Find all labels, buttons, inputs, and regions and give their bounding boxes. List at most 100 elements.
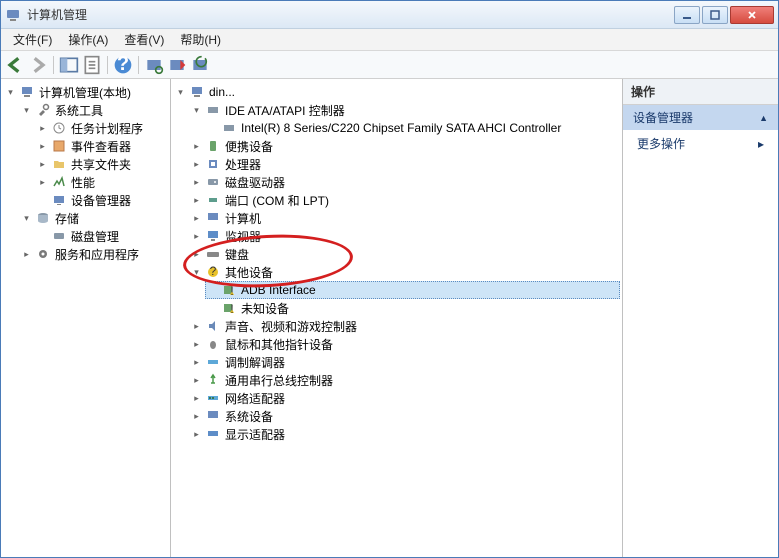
performance-icon (51, 174, 67, 190)
toolbar-separator (53, 56, 54, 74)
expand-icon[interactable]: ▸ (191, 195, 202, 206)
nav-task-scheduler[interactable]: ▸ 任务计划程序 (35, 119, 168, 137)
actions-header: 操作 (623, 79, 778, 105)
show-hide-tree-button[interactable] (59, 55, 79, 75)
monitor-icon (205, 228, 221, 244)
category-network[interactable]: ▸网络适配器 (189, 389, 620, 407)
category-processors[interactable]: ▸处理器 (189, 155, 620, 173)
collapse-icon[interactable]: ▾ (21, 105, 32, 116)
device-root[interactable]: ▾din... (173, 83, 620, 101)
device-label: 端口 (COM 和 LPT) (225, 192, 329, 209)
category-system-devices[interactable]: ▸系统设备 (189, 407, 620, 425)
category-ports[interactable]: ▸ 端口 (COM 和 LPT) (189, 191, 620, 209)
expand-icon[interactable]: ▸ (37, 123, 48, 134)
forward-button[interactable] (28, 55, 48, 75)
other-devices-icon: ? (205, 264, 221, 280)
category-disk-drives[interactable]: ▸磁盘驱动器 (189, 173, 620, 191)
submenu-arrow-icon: ▸ (758, 137, 764, 151)
device-label: IDE ATA/ATAPI 控制器 (225, 102, 345, 119)
action-more[interactable]: 更多操作 ▸ (623, 130, 778, 157)
nav-performance[interactable]: ▸性能 (35, 173, 168, 191)
keyboard-icon (205, 246, 221, 262)
category-modems[interactable]: ▸调制解调器 (189, 353, 620, 371)
computer-icon (189, 84, 205, 100)
expand-icon[interactable]: ▸ (191, 411, 202, 422)
menu-help[interactable]: 帮助(H) (172, 29, 229, 50)
computer-icon (19, 84, 35, 100)
display-adapter-icon (205, 426, 221, 442)
menu-file[interactable]: 文件(F) (5, 29, 60, 50)
nav-device-manager[interactable]: 设备管理器 (35, 191, 168, 209)
actions-section[interactable]: 设备管理器 ▲ (623, 105, 778, 130)
minimize-button[interactable] (674, 6, 700, 24)
window-title: 计算机管理 (27, 6, 674, 23)
device-label: 通用串行总线控制器 (225, 372, 333, 389)
app-icon (5, 7, 21, 23)
properties-button[interactable] (82, 55, 102, 75)
actions-panel: 操作 设备管理器 ▲ 更多操作 ▸ (623, 79, 778, 557)
expand-icon[interactable]: ▸ (191, 321, 202, 332)
expand-icon[interactable]: ▸ (191, 357, 202, 368)
menu-view[interactable]: 查看(V) (116, 29, 172, 50)
nav-shared-folders[interactable]: ▸共享文件夹 (35, 155, 168, 173)
device-label: 未知设备 (241, 300, 289, 317)
category-keyboards[interactable]: ▸键盘 (189, 245, 620, 263)
device-label: 鼠标和其他指针设备 (225, 336, 333, 353)
expand-icon[interactable]: ▸ (21, 249, 32, 260)
nav-label: 设备管理器 (71, 192, 131, 209)
help-button[interactable]: ? (113, 55, 133, 75)
expand-icon[interactable]: ▸ (191, 159, 202, 170)
maximize-button[interactable] (702, 6, 728, 24)
scan-hardware-button[interactable] (144, 55, 164, 75)
back-button[interactable] (5, 55, 25, 75)
nav-services-apps[interactable]: ▸服务和应用程序 (19, 245, 168, 263)
category-display[interactable]: ▸ 显示适配器 (189, 425, 620, 443)
expand-icon[interactable]: ▸ (191, 141, 202, 152)
nav-storage[interactable]: ▾存储 (19, 209, 168, 227)
uninstall-button[interactable] (167, 55, 187, 75)
event-icon (51, 138, 67, 154)
category-other-devices[interactable]: ▾?其他设备 (189, 263, 620, 281)
device-label: 显示适配器 (225, 426, 285, 443)
category-ide[interactable]: ▾ IDE ATA/ATAPI 控制器 (189, 101, 620, 119)
nav-disk-management[interactable]: 磁盘管理 (35, 227, 168, 245)
expand-icon[interactable]: ▸ (191, 393, 202, 404)
ide-icon (205, 102, 221, 118)
warning-device-icon: ! (221, 282, 237, 298)
category-computer[interactable]: ▸计算机 (189, 209, 620, 227)
collapse-icon[interactable]: ▾ (21, 213, 32, 224)
nav-label: 磁盘管理 (71, 228, 119, 245)
collapse-icon[interactable]: ▾ (191, 267, 202, 278)
refresh-button[interactable] (190, 55, 210, 75)
expand-icon[interactable]: ▸ (37, 141, 48, 152)
category-sound-video[interactable]: ▸声音、视频和游戏控制器 (189, 317, 620, 335)
expand-icon[interactable]: ▸ (191, 339, 202, 350)
menu-action[interactable]: 操作(A) (60, 29, 116, 50)
device-label: ADB Interface (241, 283, 316, 297)
category-portable[interactable]: ▸便携设备 (189, 137, 620, 155)
device-unknown[interactable]: !未知设备 (205, 299, 620, 317)
expand-icon[interactable]: ▸ (37, 177, 48, 188)
nav-root[interactable]: ▾ 计算机管理(本地) (3, 83, 168, 101)
expand-icon[interactable]: ▸ (191, 429, 202, 440)
expand-icon[interactable]: ▸ (191, 375, 202, 386)
category-monitors[interactable]: ▸监视器 (189, 227, 620, 245)
nav-label: 计算机管理(本地) (39, 84, 131, 101)
expand-icon[interactable]: ▸ (191, 231, 202, 242)
nav-system-tools[interactable]: ▾ 系统工具 (19, 101, 168, 119)
expand-icon[interactable]: ▸ (191, 213, 202, 224)
category-usb[interactable]: ▸ 通用串行总线控制器 (189, 371, 620, 389)
device-adb-interface[interactable]: ! ADB Interface (205, 281, 620, 299)
expand-icon[interactable]: ▸ (37, 159, 48, 170)
collapse-icon[interactable]: ▾ (191, 105, 202, 116)
expand-icon[interactable]: ▸ (191, 249, 202, 260)
close-button[interactable] (730, 6, 774, 24)
collapse-icon[interactable]: ▾ (5, 87, 16, 98)
nav-label: 任务计划程序 (71, 120, 143, 137)
collapse-icon[interactable]: ▾ (175, 87, 186, 98)
expand-icon[interactable]: ▸ (191, 177, 202, 188)
nav-event-viewer[interactable]: ▸事件查看器 (35, 137, 168, 155)
category-mice[interactable]: ▸ 鼠标和其他指针设备 (189, 335, 620, 353)
menubar: 文件(F) 操作(A) 查看(V) 帮助(H) (1, 29, 778, 51)
device-intel-sata[interactable]: Intel(R) 8 Series/C220 Chipset Family SA… (205, 119, 620, 137)
